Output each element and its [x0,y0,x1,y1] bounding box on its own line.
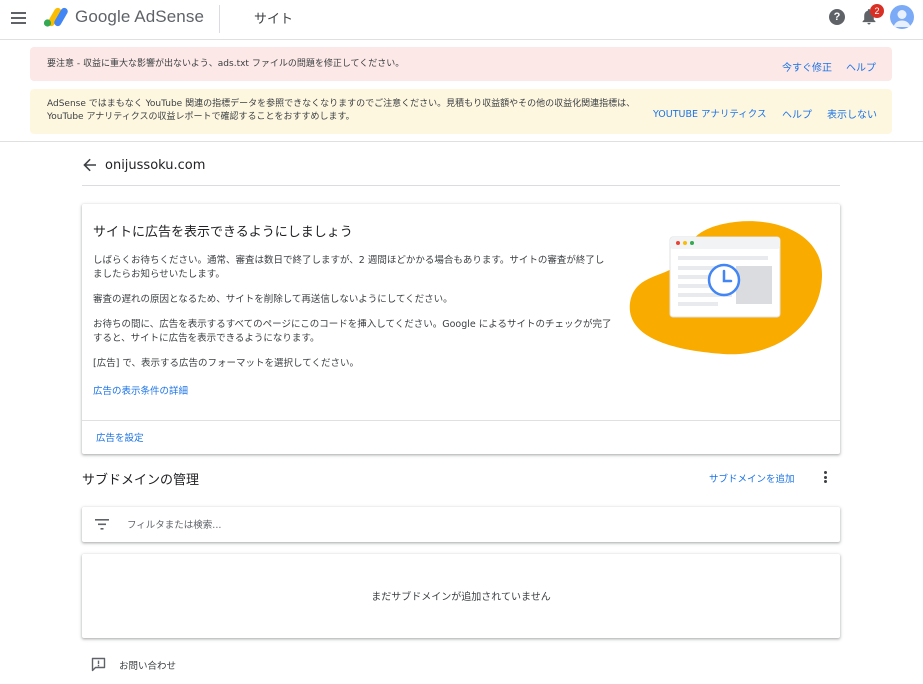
dismiss-link[interactable]: 表示しない [827,106,877,121]
card-paragraph: 審査の遅れの原因となるため、サイトを削除して再送信しないようにしてください。 [93,294,453,305]
back-arrow-icon[interactable] [83,158,97,172]
set-up-ads-button[interactable]: 広告を設定 [96,430,144,444]
search-input[interactable] [127,516,817,534]
help-icon[interactable]: ? [829,9,845,25]
page-title: サイト [254,12,294,27]
header-separator [0,141,923,142]
review-illustration [629,221,823,355]
notification-badge: 2 [870,4,884,18]
card-title: サイトに広告を表示できるようにしましょう [93,225,353,240]
add-subdomain-button[interactable]: サブドメインを追加 [709,471,795,485]
avatar[interactable] [890,5,914,29]
card-paragraph: しばらくお待ちください。通常、審査は数日で終了しますが、2 週間ほどかかる場合も… [93,255,605,280]
filter-bar [82,507,840,542]
subdomain-section-title: サブドメインの管理 [82,473,200,488]
feedback-icon[interactable] [91,657,106,672]
review-status-card: サイトに広告を表示できるようにしましょう しばらくお待ちください。通常、審査は数… [82,204,840,454]
ads-txt-help-link[interactable]: ヘルプ [846,59,876,74]
youtube-metrics-alert: AdSense ではまもなく YouTube 関連の指標データを参照できなくなり… [30,89,892,134]
youtube-analytics-link[interactable]: YOUTUBE アナリティクス [653,106,766,120]
clock-icon [707,263,741,297]
card-paragraph: [広告] で、表示する広告のフォーマットを選択してください。 [93,358,359,369]
top-app-bar: Google AdSense サイト ? 2 [0,0,923,40]
more-vert-icon[interactable] [820,471,830,485]
account-icon [893,10,911,27]
site-name: onijussoku.com [105,158,206,173]
subdomain-empty-state: まだサブドメインが追加されていません [82,554,840,638]
card-separator [82,420,840,421]
youtube-help-link[interactable]: ヘルプ [782,106,812,121]
card-paragraph: お待ちの間に、広告を表示するすべてのページにこのコードを挿入してください。Goo… [93,319,612,344]
fix-now-link[interactable]: 今すぐ修正 [782,59,832,74]
header-divider [219,5,220,33]
product-name: Google AdSense [75,7,204,26]
contact-link[interactable]: お問い合わせ [119,658,176,672]
menu-icon[interactable] [11,12,26,24]
ad-requirements-link[interactable]: 広告の表示条件の詳細 [93,383,188,397]
empty-state-text: まだサブドメインが追加されていません [371,592,551,603]
ads-txt-alert: 要注意 - 収益に重大な影響が出ないよう、ads.txt ファイルの問題を修正し… [30,47,892,81]
youtube-alert-text: AdSense ではまもなく YouTube 関連の指標データを参照できなくなり… [47,99,636,122]
adsense-logo [43,7,68,27]
ads-txt-alert-text: 要注意 - 収益に重大な影響が出ないよう、ads.txt ファイルの問題を修正し… [47,59,405,69]
filter-icon[interactable] [95,519,109,530]
site-separator [82,185,840,186]
